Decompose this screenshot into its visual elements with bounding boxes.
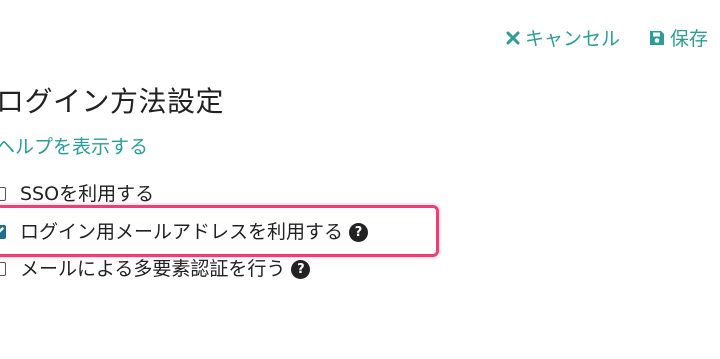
option-login-email[interactable]: ログイン用メールアドレスを利用する ? bbox=[0, 220, 369, 244]
cancel-button[interactable]: キャンセル bbox=[505, 24, 620, 51]
question-circle-icon[interactable]: ? bbox=[349, 222, 369, 242]
help-link[interactable]: ヘルプを表示する bbox=[0, 132, 148, 159]
email-mfa-checkbox[interactable] bbox=[0, 262, 6, 276]
save-label: 保存 bbox=[669, 28, 708, 50]
action-bar: キャンセル 保存 bbox=[505, 24, 708, 51]
cancel-label: キャンセル bbox=[524, 28, 620, 50]
close-icon bbox=[505, 30, 521, 46]
login-email-checkbox[interactable] bbox=[0, 225, 6, 239]
floppy-disk-icon bbox=[648, 29, 666, 47]
page-title: ログイン方法設定 bbox=[0, 85, 225, 118]
option-sso-label: SSOを利用する bbox=[20, 183, 155, 205]
option-sso[interactable]: SSOを利用する bbox=[0, 182, 154, 206]
sso-checkbox[interactable] bbox=[0, 187, 6, 201]
check-icon bbox=[0, 221, 5, 243]
option-email-mfa-label: メールによる多要素認証を行う bbox=[20, 258, 286, 280]
option-email-mfa[interactable]: メールによる多要素認証を行う ? bbox=[0, 257, 311, 281]
option-login-email-label: ログイン用メールアドレスを利用する bbox=[20, 221, 344, 243]
question-circle-icon[interactable]: ? bbox=[291, 259, 311, 279]
save-button[interactable]: 保存 bbox=[648, 24, 708, 51]
